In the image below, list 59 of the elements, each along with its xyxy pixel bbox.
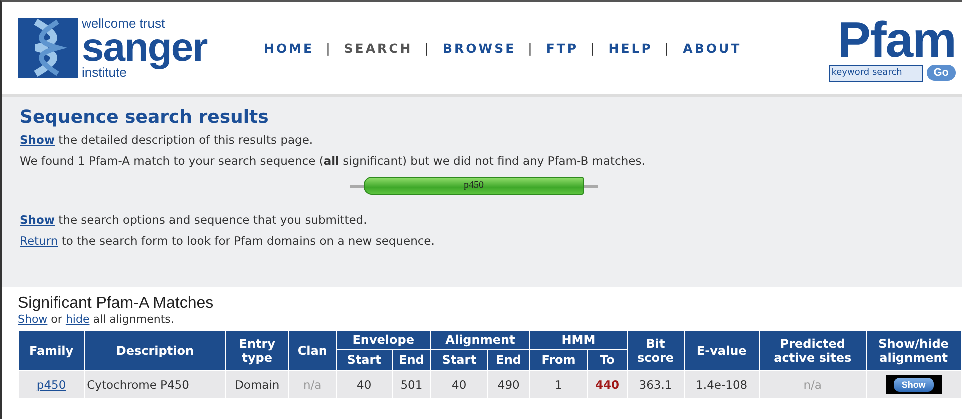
info-text: We found 1 Pfam-A match to your search sequence (all significant) but we did not find any Pfam-B matches. xyxy=(20,153,646,169)
nav-separator: | xyxy=(590,40,597,56)
nav-link[interactable]: FTP xyxy=(546,40,579,56)
nav-separator: | xyxy=(424,40,431,56)
table-cell: 1.4e-108 xyxy=(684,370,760,398)
info-text: Show the search options and sequence that you submitted. xyxy=(20,212,368,228)
column-header: Description xyxy=(84,330,226,370)
logo-subtitle: wellcome trust xyxy=(82,17,166,30)
section-title: Sequence search results xyxy=(20,107,270,128)
info-text: Show the detailed description of this results page. xyxy=(20,132,314,148)
table-cell: 40 xyxy=(430,370,488,398)
column-header: Show/hide alignment xyxy=(866,330,962,370)
table-cell: 1 xyxy=(530,370,588,398)
column-header: End xyxy=(392,350,431,370)
section-title: Significant Pfam-A Matches xyxy=(18,295,215,313)
pfam-logo: Pfam xyxy=(838,14,956,64)
logo-subtitle: institute xyxy=(82,66,127,79)
table-cell: n/a xyxy=(760,370,866,398)
info-text: Return to the search form to look for Pfam domains on a new sequence. xyxy=(20,233,436,249)
family-link[interactable]: p450 xyxy=(36,378,66,392)
column-header: Clan xyxy=(288,330,336,370)
text-link[interactable]: Show xyxy=(20,213,55,227)
search-field[interactable]: keyword search xyxy=(828,64,923,82)
toggle-text: Show or hide all alignments. xyxy=(18,313,176,326)
nav-link[interactable]: SEARCH xyxy=(344,40,413,56)
nav-separator: | xyxy=(664,40,672,56)
nav-separator: | xyxy=(528,40,534,56)
table-cell: 490 xyxy=(488,370,530,398)
table-cell: Cytochrome P450 xyxy=(84,370,226,398)
text-link[interactable]: hide xyxy=(66,313,90,326)
column-header: From xyxy=(530,350,588,370)
column-header: Family xyxy=(18,330,85,370)
column-header: Bit score xyxy=(627,330,684,370)
table-cell: n/a xyxy=(288,370,336,398)
text-link[interactable]: Return xyxy=(20,234,58,248)
nav-separator: | xyxy=(326,40,332,56)
column-header: Start xyxy=(430,350,488,370)
text-link[interactable]: Show xyxy=(18,313,48,326)
column-header: Envelope xyxy=(336,330,431,350)
nav-link[interactable]: ABOUT xyxy=(683,40,742,56)
column-header: HMM xyxy=(530,330,628,350)
table-cell: 363.1 xyxy=(627,370,684,398)
column-header: E-value xyxy=(684,330,760,370)
column-header: Predicted active sites xyxy=(760,330,866,370)
table-cell: 501 xyxy=(392,370,431,398)
dna-logo-icon xyxy=(18,18,78,78)
column-header: To xyxy=(588,350,628,370)
table-cell: 440 xyxy=(588,370,628,398)
column-header: End xyxy=(488,350,530,370)
nav-link[interactable]: HELP xyxy=(608,40,653,56)
column-header: Entry type xyxy=(226,330,289,370)
table-cell: Domain xyxy=(226,370,289,398)
column-header: Alignment xyxy=(430,330,530,350)
table-cell: 40 xyxy=(336,370,392,398)
text-link[interactable]: Show xyxy=(20,133,55,147)
nav-link[interactable]: BROWSE xyxy=(443,40,516,56)
domain-label: p450 xyxy=(364,177,584,195)
column-header: Start xyxy=(336,350,392,370)
nav-link[interactable]: HOME xyxy=(264,40,314,56)
